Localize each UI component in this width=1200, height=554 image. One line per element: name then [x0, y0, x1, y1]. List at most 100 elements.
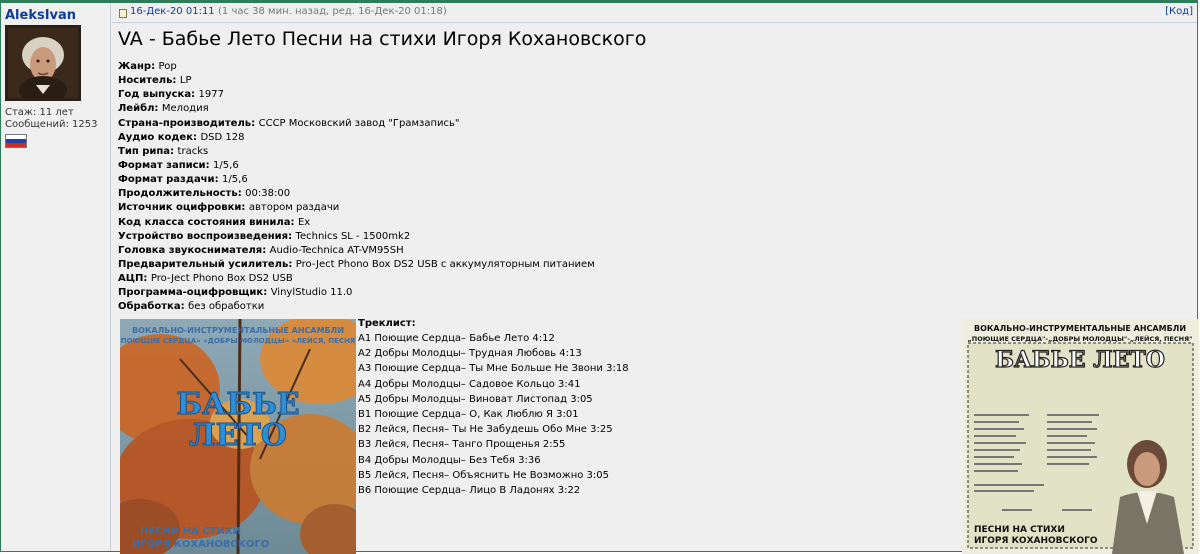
detail-colon: :: [288, 258, 296, 270]
detail-label: Жанр: [118, 61, 152, 72]
detail-label: Тип рипа: [118, 145, 171, 157]
back-cover-image[interactable]: ВОКАЛЬНО-ИНСТРУМЕНТАЛЬНЫЕ АНСАМБЛИ „ПОЮЩ…: [962, 319, 1199, 554]
track-item: A3 Поющие Сердца– Ты Мне Больше Не Звони…: [358, 363, 629, 375]
detail-label: Продолжительность: [118, 188, 238, 200]
post-header: 16-Дек-20 01:11 (1 час 38 мин. назад, ре…: [112, 3, 1197, 23]
track-item: B3 Лейся, Песня– Танго Прощенья 2:55: [358, 439, 566, 451]
track-item: B5 Лейся, Песня– Объяснить Не Возможно 3…: [358, 469, 610, 481]
detail-value: Pop: [158, 61, 177, 72]
back-cover-subtitle: „ПОЮЩИЕ СЕРДЦА"-„ДОБРЫ МОЛОДЦЫ"-„ЛЕЙСЯ, …: [968, 334, 1193, 343]
detail-label: Страна-производитель: [118, 117, 252, 129]
post-icon: [119, 9, 127, 18]
tracklist: Треклист: A1 Поющие Сердца– Бабье Лето 4…: [358, 316, 629, 498]
detail-value: Мелодия: [161, 103, 209, 115]
detail-label: Головка звукоснимателя: [118, 244, 263, 256]
detail-row: Лейбл: Мелодия: [118, 102, 595, 116]
post-date-link[interactable]: 16-Дек-20 01:11: [130, 6, 215, 17]
detail-label: Формат раздачи: [118, 174, 215, 186]
detail-value: Pro-Ject Phono Box DS2 USB: [150, 273, 293, 285]
track-item: A2 Добры Молодцы– Трудная Любовь 4:13: [358, 348, 582, 360]
detail-value: LP: [179, 75, 192, 87]
detail-colon: :: [214, 174, 223, 186]
detail-colon: :: [154, 103, 162, 115]
detail-label: Аудио кодек: [118, 131, 193, 143]
back-cover-top-text: ВОКАЛЬНО-ИНСТРУМЕНТАЛЬНЫЕ АНСАМБЛИ: [974, 324, 1186, 333]
detail-row: Обработка: без обработки: [118, 300, 595, 314]
detail-value: 1977: [198, 89, 224, 101]
detail-label: Предварительный усилитель: [118, 258, 289, 270]
post-edit-info: (1 час 38 мин. назад, ред. 16-Дек-20 01:…: [218, 6, 447, 17]
detail-colon: :: [205, 159, 214, 171]
front-cover-bottom-2: ИГОРЯ КОХАНОВСКОГО: [132, 539, 269, 550]
track-item: B2 Лейся, Песня– Ты Не Забудешь Обо Мне …: [358, 424, 613, 436]
detail-colon: :: [143, 273, 151, 285]
detail-row: Тип рипа: tracks: [118, 145, 595, 159]
front-cover-image[interactable]: ВОКАЛЬНО-ИНСТРУМЕНТАЛЬНЫЕ АНСАМБЛИ «ПОЮЩ…: [120, 319, 356, 554]
post-container: AleksIvan Стаж: 11 лет Сообщений: 1253 1: [0, 0, 1199, 554]
avatar: [5, 25, 81, 101]
detail-row: Жанр: Pop: [118, 60, 595, 74]
tracklist-header: Треклист:: [358, 318, 416, 329]
track-item: A1 Поющие Сердца– Бабье Лето 4:12: [358, 333, 555, 344]
track-item: A4 Добры Молодцы– Садовое Кольцо 3:41: [358, 378, 581, 390]
detail-row: Код класса состояния винила: Ex: [118, 216, 595, 230]
post-title: VA - Бабье Лето Песни на стихи Игоря Кох…: [118, 28, 647, 50]
track-item: B4 Добры Молодцы– Без Тебя 3:36: [358, 454, 541, 466]
user-experience: Стаж: 11 лет: [5, 107, 74, 118]
detail-colon: :: [251, 117, 259, 129]
detail-value: 00:38:00: [245, 188, 291, 200]
back-cover-title: БАБЬЕ ЛЕТО: [995, 347, 1165, 373]
back-cover-bottom-2: ИГОРЯ КОХАНОВСКОГО: [974, 536, 1098, 546]
detail-label: Обработка: [118, 301, 181, 313]
post-body: 16-Дек-20 01:11 (1 час 38 мин. назад, ре…: [112, 3, 1199, 554]
username-link[interactable]: AleksIvan: [5, 8, 76, 23]
detail-colon: :: [290, 216, 298, 228]
code-button[interactable]: [Код]: [1165, 6, 1193, 17]
detail-colon: :: [191, 89, 199, 101]
detail-colon: :: [172, 75, 180, 87]
detail-row: Носитель: LP: [118, 74, 595, 88]
detail-value: Technics SL - 1500mk2: [295, 230, 411, 242]
detail-row: АЦП: Pro-Ject Phono Box DS2 USB: [118, 272, 595, 286]
detail-row: Аудио кодек: DSD 128: [118, 131, 595, 145]
detail-colon: :: [151, 61, 159, 72]
detail-value: Ex: [297, 216, 311, 228]
detail-value: tracks: [177, 145, 209, 157]
user-panel: AleksIvan Стаж: 11 лет Сообщений: 1253: [1, 3, 111, 551]
detail-value: СССР Московский завод "Грамзапись": [258, 117, 460, 129]
detail-row: Формат раздачи: 1/5,6: [118, 173, 595, 187]
detail-label: Формат записи: [118, 159, 206, 171]
front-cover-title-2: ЛЕТО: [189, 418, 287, 453]
detail-label: Год выпуска: [118, 89, 192, 101]
front-cover-subtitle: «ПОЮЩИЕ СЕРДЦА» «ДОБРЫ МОЛОДЦЫ» «ЛЕЙСЯ, …: [120, 336, 356, 345]
detail-value: DSD 128: [200, 131, 245, 143]
detail-value: 1/5,6: [213, 159, 239, 171]
detail-colon: :: [262, 244, 270, 256]
country-flag-icon: [5, 134, 27, 148]
detail-value: без обработки: [188, 301, 265, 313]
user-post-count: Сообщений: 1253: [5, 119, 98, 130]
track-item: B6 Поющие Сердца– Лицо В Ладонях 3:22: [358, 484, 581, 496]
detail-row: Формат записи: 1/5,6: [118, 159, 595, 173]
detail-value: VinylStudio 11.0: [270, 287, 353, 299]
detail-label: Программа-оцифровщик: [118, 287, 264, 299]
detail-colon: :: [180, 301, 189, 313]
detail-label: Устройство воспроизведения: [118, 230, 289, 242]
detail-label: Носитель: [118, 75, 173, 87]
track-item: A5 Добры Молодцы– Виноват Листопад 3:05: [358, 393, 593, 405]
detail-row: Головка звукоснимателя: Audio-Technica A…: [118, 244, 595, 258]
detail-row: Программа-оцифровщик: VinylStudio 11.0: [118, 286, 595, 300]
detail-value: Pro-Ject Phono Box DS2 USB с аккумулятор…: [295, 258, 595, 270]
detail-label: Лейбл: [118, 103, 155, 115]
front-cover-top-text: ВОКАЛЬНО-ИНСТРУМЕНТАЛЬНЫЕ АНСАМБЛИ: [132, 326, 344, 335]
detail-colon: :: [263, 287, 271, 299]
detail-label: АЦП: [118, 273, 144, 285]
detail-colon: :: [288, 230, 296, 242]
detail-row: Источник оцифровки: автором раздачи: [118, 201, 595, 215]
detail-label: Источник оцифровки: [118, 202, 242, 214]
detail-colon: :: [170, 145, 178, 157]
detail-value: 1/5,6: [222, 174, 248, 186]
detail-value: Audio-Technica AT-VM95SH: [269, 244, 404, 256]
detail-row: Страна-производитель: СССР Московский за…: [118, 117, 595, 131]
track-item: B1 Поющие Сердца– О, Как Люблю Я 3:01: [358, 408, 579, 420]
